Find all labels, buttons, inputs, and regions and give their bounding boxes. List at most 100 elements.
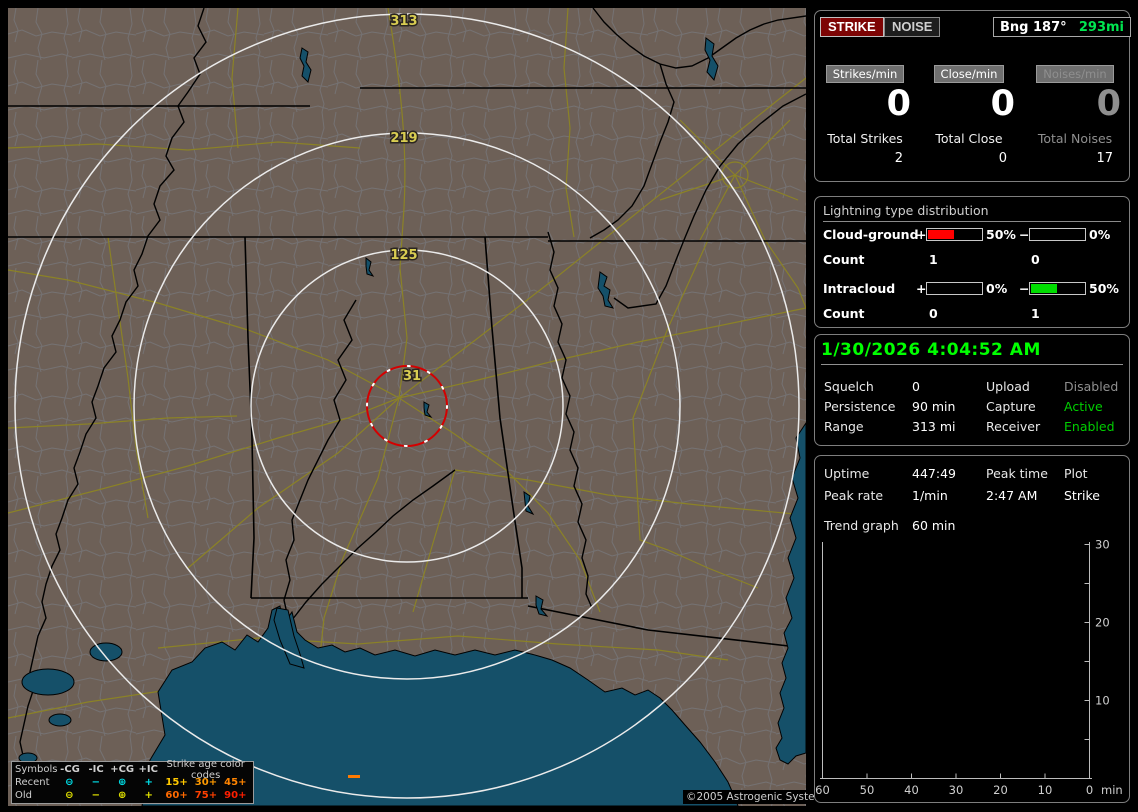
map-canvas[interactable]: 313 219 125 31 [8, 8, 806, 806]
status-panel: 1/30/2026 4:04:52 AM Squelch 0 Upload Di… [814, 334, 1130, 446]
ring-label-313: 313 [390, 14, 417, 29]
cloud-ground-count-row: Count 1 0 [823, 252, 1125, 268]
intracloud-row: Intracloud + 0% − 50% [823, 281, 1125, 297]
copyright-text: ©2005 Astrogenic Systems [683, 790, 834, 804]
recent-pos-cg-icon: ⊕ [118, 777, 127, 788]
recent-neg-ic-icon: − [91, 777, 100, 788]
strike-symbol-ic-minus [348, 775, 360, 778]
total-strikes-value: 2 [894, 151, 903, 166]
recent-pos-ic-icon: + [144, 777, 153, 788]
noises-per-min-label: Noises/min [1036, 65, 1114, 83]
session-row: Peak rate 1/min 2:47 AM Strike [824, 488, 1125, 504]
datetime-display: 1/30/2026 4:04:52 AM [821, 340, 1123, 365]
strike-toggle-button[interactable]: STRIKE [820, 17, 884, 37]
ic-positive-pct: 0% [986, 281, 1008, 296]
session-panel: Uptime 447:49 Peak time Plot Peak rate 1… [814, 455, 1130, 803]
x-tick-50: 50 [860, 783, 875, 797]
cg-positive-count: 1 [929, 252, 938, 267]
uptime-value: 447:49 [912, 466, 956, 481]
uptime-label: Uptime [824, 466, 870, 481]
legend-col-neg-cg: -CG [60, 764, 80, 775]
strikes-per-min-value: 0 [886, 84, 911, 124]
y-tick-30: 30 [1095, 538, 1110, 552]
age-90: 90+ [224, 790, 247, 801]
x-tick-40: 40 [904, 783, 919, 797]
peak-time-label: Peak time [986, 466, 1048, 481]
old-neg-cg-icon: ⊖ [65, 790, 74, 801]
plot-type-value: Strike [1064, 488, 1100, 503]
status-row: Persistence 90 min Capture Active [824, 399, 1125, 415]
noises-per-min-value: 0 [1096, 84, 1121, 124]
trend-graph-value: 60 min [912, 518, 956, 533]
noise-toggle-button[interactable]: NOISE [884, 17, 941, 37]
old-neg-ic-icon: − [91, 790, 100, 801]
x-tick-10: 10 [1038, 783, 1053, 797]
bearing-readout: Bng 187° 293mi [993, 17, 1131, 37]
upload-value: Disabled [1064, 379, 1119, 394]
legend-symbols-header: Symbols [15, 764, 58, 775]
x-tick-20: 20 [993, 783, 1008, 797]
x-axis-unit: min [1101, 783, 1123, 797]
app-window: { "colors": { "accent_green": "#00ff00",… [0, 0, 1138, 812]
cloud-ground-label: Cloud-ground [823, 227, 919, 242]
legend-col-neg-ic: -IC [88, 764, 104, 775]
cloud-ground-row: Cloud-ground + 50% − 0% [823, 227, 1125, 243]
close-column: Close/min 0 Total Close 0 [921, 63, 1017, 166]
y-tick-10: 10 [1095, 694, 1110, 708]
age-45: 45+ [224, 777, 247, 788]
x-tick-0: 0 [1086, 783, 1093, 797]
distribution-title: Lightning type distribution [823, 203, 1121, 222]
total-noises-label: Total Noises [1037, 131, 1113, 146]
status-row: Range 313 mi Receiver Enabled [824, 419, 1125, 435]
cg-positive-pct: 50% [986, 227, 1016, 242]
recent-neg-cg-icon: ⊖ [65, 777, 74, 788]
strikes-per-min-label: Strikes/min [825, 65, 905, 83]
y-tick-20: 20 [1095, 616, 1110, 630]
ring-label-31: 31 [403, 369, 421, 384]
intracloud-label: Intracloud [823, 281, 896, 296]
capture-value: Active [1064, 399, 1103, 414]
minus-sign: − [1019, 227, 1030, 242]
distance-value: 293mi [1078, 19, 1124, 35]
old-pos-cg-icon: ⊕ [118, 790, 127, 801]
peak-rate-value: 1/min [912, 488, 948, 503]
total-close-value: 0 [998, 151, 1007, 166]
plus-sign: + [916, 281, 927, 296]
total-close-label: Total Close [935, 131, 1003, 146]
close-per-min-value: 0 [990, 84, 1015, 124]
total-strikes-label: Total Strikes [827, 131, 903, 146]
trend-graph-chart: 60 50 40 30 20 10 0 min 10 20 30 [815, 538, 1123, 798]
status-row: Squelch 0 Upload Disabled [824, 379, 1125, 395]
ic-negative-bar [1029, 282, 1086, 295]
persistence-label: Persistence [824, 399, 896, 414]
ic-positive-count: 0 [929, 306, 938, 321]
plot-label: Plot [1064, 466, 1088, 481]
legend-old-label: Old [15, 790, 32, 801]
distribution-panel: Lightning type distribution Cloud-ground… [814, 196, 1130, 328]
squelch-value: 0 [912, 379, 920, 394]
minus-sign: − [1019, 281, 1030, 296]
legend-col-pos-cg: +CG [110, 764, 135, 775]
receiver-value: Enabled [1064, 419, 1115, 434]
receiver-label: Receiver [986, 419, 1041, 434]
legend-col-pos-ic: +IC [138, 764, 158, 775]
trend-graph-label: Trend graph [824, 518, 899, 533]
ic-negative-pct: 50% [1089, 281, 1119, 296]
squelch-label: Squelch [824, 379, 874, 394]
strikes-column: Strikes/min 0 Total Strikes 2 [817, 63, 913, 166]
close-per-min-label: Close/min [933, 65, 1005, 83]
session-row: Uptime 447:49 Peak time Plot [824, 466, 1125, 482]
x-tick-60: 60 [815, 783, 830, 797]
peak-time-value: 2:47 AM [986, 488, 1038, 503]
age-60: 60+ [165, 790, 188, 801]
legend-recent-label: Recent [15, 777, 50, 788]
map-legend: Symbols -CG -IC +CG +IC Strike age color… [11, 759, 254, 804]
upload-label: Upload [986, 379, 1030, 394]
cg-negative-count: 0 [1031, 252, 1040, 267]
bearing-value: Bng 187° [1000, 19, 1067, 35]
legend-header-row: Symbols -CG -IC +CG +IC Strike age color… [15, 759, 250, 781]
noises-column: Noises/min 0 Total Noises 17 [1027, 63, 1123, 166]
stats-panel: STRIKE NOISE Bng 187° 293mi Strikes/min … [814, 10, 1131, 182]
ic-count-label: Count [823, 306, 865, 321]
cg-count-label: Count [823, 252, 865, 267]
